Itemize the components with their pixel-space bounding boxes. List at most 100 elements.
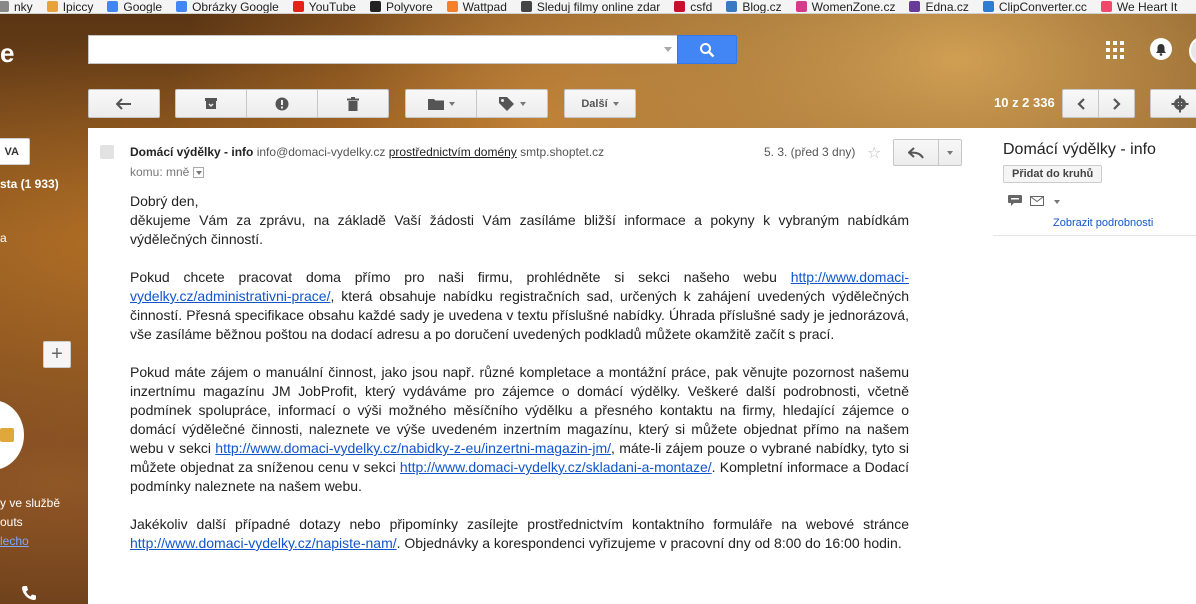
p2-text-a: Pokud chcete pracovat doma přímo pro naš… [130,269,791,285]
bookmark-label: Google [123,0,163,14]
bookmark-item[interactable]: We Heart It [1100,0,1178,14]
hangouts-link[interactable]: lecho [0,534,29,548]
trash-icon [347,96,359,111]
older-button[interactable] [1098,89,1135,118]
add-to-circles-button[interactable]: Přidat do kruhů [1003,165,1103,183]
report-spam-button[interactable] [246,89,318,118]
bookmark-item[interactable]: Ipiccy [46,0,94,14]
chevron-down-icon[interactable] [1054,199,1060,204]
back-to-inbox-button[interactable] [88,89,160,118]
bookmark-fragment-icon [0,1,9,12]
bookmark-label: Ipiccy [62,0,94,14]
email-header: Domácí výdělky - info info@domaci-vydelk… [130,145,604,159]
p4-text-b: . Objednávky a korespondenci vyřizujeme … [396,535,902,551]
gear-icon [1171,95,1189,112]
edna-icon [909,1,921,12]
delete-button[interactable] [317,89,389,118]
link-inzertni-magazin[interactable]: http://www.domaci-vydelky.cz/nabidky-z-e… [215,440,611,456]
sender-email: info@domaci-vydelky.cz [256,145,386,159]
bookmark-item[interactable]: WomenZone.cz [795,0,896,14]
notifications-bell-icon[interactable] [1150,38,1172,60]
chevron-down-icon [519,101,526,106]
move-to-button[interactable] [405,89,477,118]
wattpad-icon [446,1,458,12]
hangouts-status-text: y ve službě [0,496,61,510]
bookmark-item[interactable]: Polyvore [369,0,433,13]
bookmark-label: WomenZone.cz [811,0,896,14]
recipient-label: komu: mně [130,165,190,179]
google-icon [176,1,188,12]
bookmark-item[interactable]: YouTube [292,0,356,14]
sidebar-item-fragment[interactable]: a [0,231,7,245]
paragraph-4: Jakékoliv další případné dotazy nebo při… [130,515,909,553]
phone-icon[interactable] [20,584,38,602]
contact-name: Domácí výdělky - info [1003,141,1156,158]
sender-name[interactable]: Domácí výdělky - info [130,145,253,159]
bookmark-label: Edna.cz [925,0,969,14]
bookmark-item[interactable]: Edna.cz [909,0,969,14]
labels-button[interactable] [476,89,548,118]
bookmark-label: Blog.cz [742,0,782,14]
newer-button[interactable] [1062,89,1099,118]
bookmark-item[interactable]: ClipConverter.cc [982,0,1087,14]
bookmark-label: We Heart It [1116,0,1178,14]
bookmark-label: ClipConverter.cc [998,0,1087,14]
bookmark-item[interactable]: csfd [674,0,713,14]
contact-panel: Domácí výdělky - info Přidat do kruhů Zo… [993,128,1196,604]
reply-button[interactable] [893,139,939,166]
folder-icon [427,98,444,110]
account-avatar[interactable] [1189,36,1196,66]
chevron-down-icon [612,101,619,106]
weheartit-icon [1100,1,1112,12]
email-date: 5. 3. (před 3 dny) [764,145,856,159]
search-button[interactable] [677,35,737,64]
bookmark-item[interactable]: Google [107,0,163,14]
recipient-line: komu: mně [130,165,205,179]
show-details-link[interactable]: Zobrazit podrobnosti [1053,217,1153,229]
via-domain: smtp.shoptet.cz [520,145,605,159]
settings-button[interactable] [1150,89,1196,118]
email-view: Domácí výdělky - info info@domaci-vydelk… [88,128,993,604]
bookmark-item[interactable]: Obrázky Google [176,0,279,13]
mail-icon[interactable] [1030,194,1044,209]
archive-button[interactable] [175,89,247,118]
womenzone-icon [795,1,807,12]
link-skladani-a-montaze[interactable]: http://www.domaci-vydelky.cz/skladani-a-… [400,459,712,475]
google-icon [107,1,119,12]
more-actions-button[interactable]: Další [564,89,636,118]
search-input[interactable] [88,35,678,64]
hangouts-text: outs [0,515,23,529]
search-options-chevron-icon[interactable] [664,47,672,52]
sidebar-item-inbox[interactable]: sta (1 933) [0,177,59,191]
chevron-right-icon [1112,97,1121,110]
bookmark-label: YouTube [308,0,356,14]
new-hangout-button[interactable]: + [43,341,71,368]
bookmark-item[interactable]: Blog.cz [726,0,782,14]
search-icon [700,42,715,57]
show-details-chevron-icon[interactable] [193,166,205,178]
bookmark-label: nky [14,0,33,14]
polyvore-icon [369,1,381,12]
greeting: Dobrý den, [130,193,199,209]
film-icon [520,1,532,12]
arrow-back-icon [116,97,131,110]
more-options-button[interactable] [938,139,962,166]
divider [993,235,1196,236]
via-domain-label[interactable]: prostřednictvím domény [389,145,517,159]
bookmark-item[interactable]: nky [0,0,33,14]
star-icon[interactable]: ☆ [867,143,881,163]
email-body: Dobrý den, děkujeme Vám za zprávu, na zá… [130,192,909,572]
blog-icon [726,1,738,12]
csfd-icon [674,1,686,12]
link-napiste-nam[interactable]: http://www.domaci-vydelky.cz/napiste-nam… [130,535,397,551]
apps-grid-icon[interactable] [1106,41,1124,59]
compose-button[interactable]: VA [0,138,30,165]
bookmark-label: csfd [690,0,713,14]
bookmarks-bar: nky Ipiccy Google Obrázky Google YouTube Poly… [0,0,1196,14]
chat-icon[interactable] [1008,194,1022,209]
bookmark-item[interactable]: Wattpad [446,0,507,13]
chevron-down-icon [448,101,455,106]
gmail-logo[interactable]: e [0,38,14,69]
paragraph-1: děkujeme Vám za zprávu, na základě Vaší … [130,212,909,247]
bookmark-item[interactable]: Sleduj filmy online zdar [520,0,660,13]
